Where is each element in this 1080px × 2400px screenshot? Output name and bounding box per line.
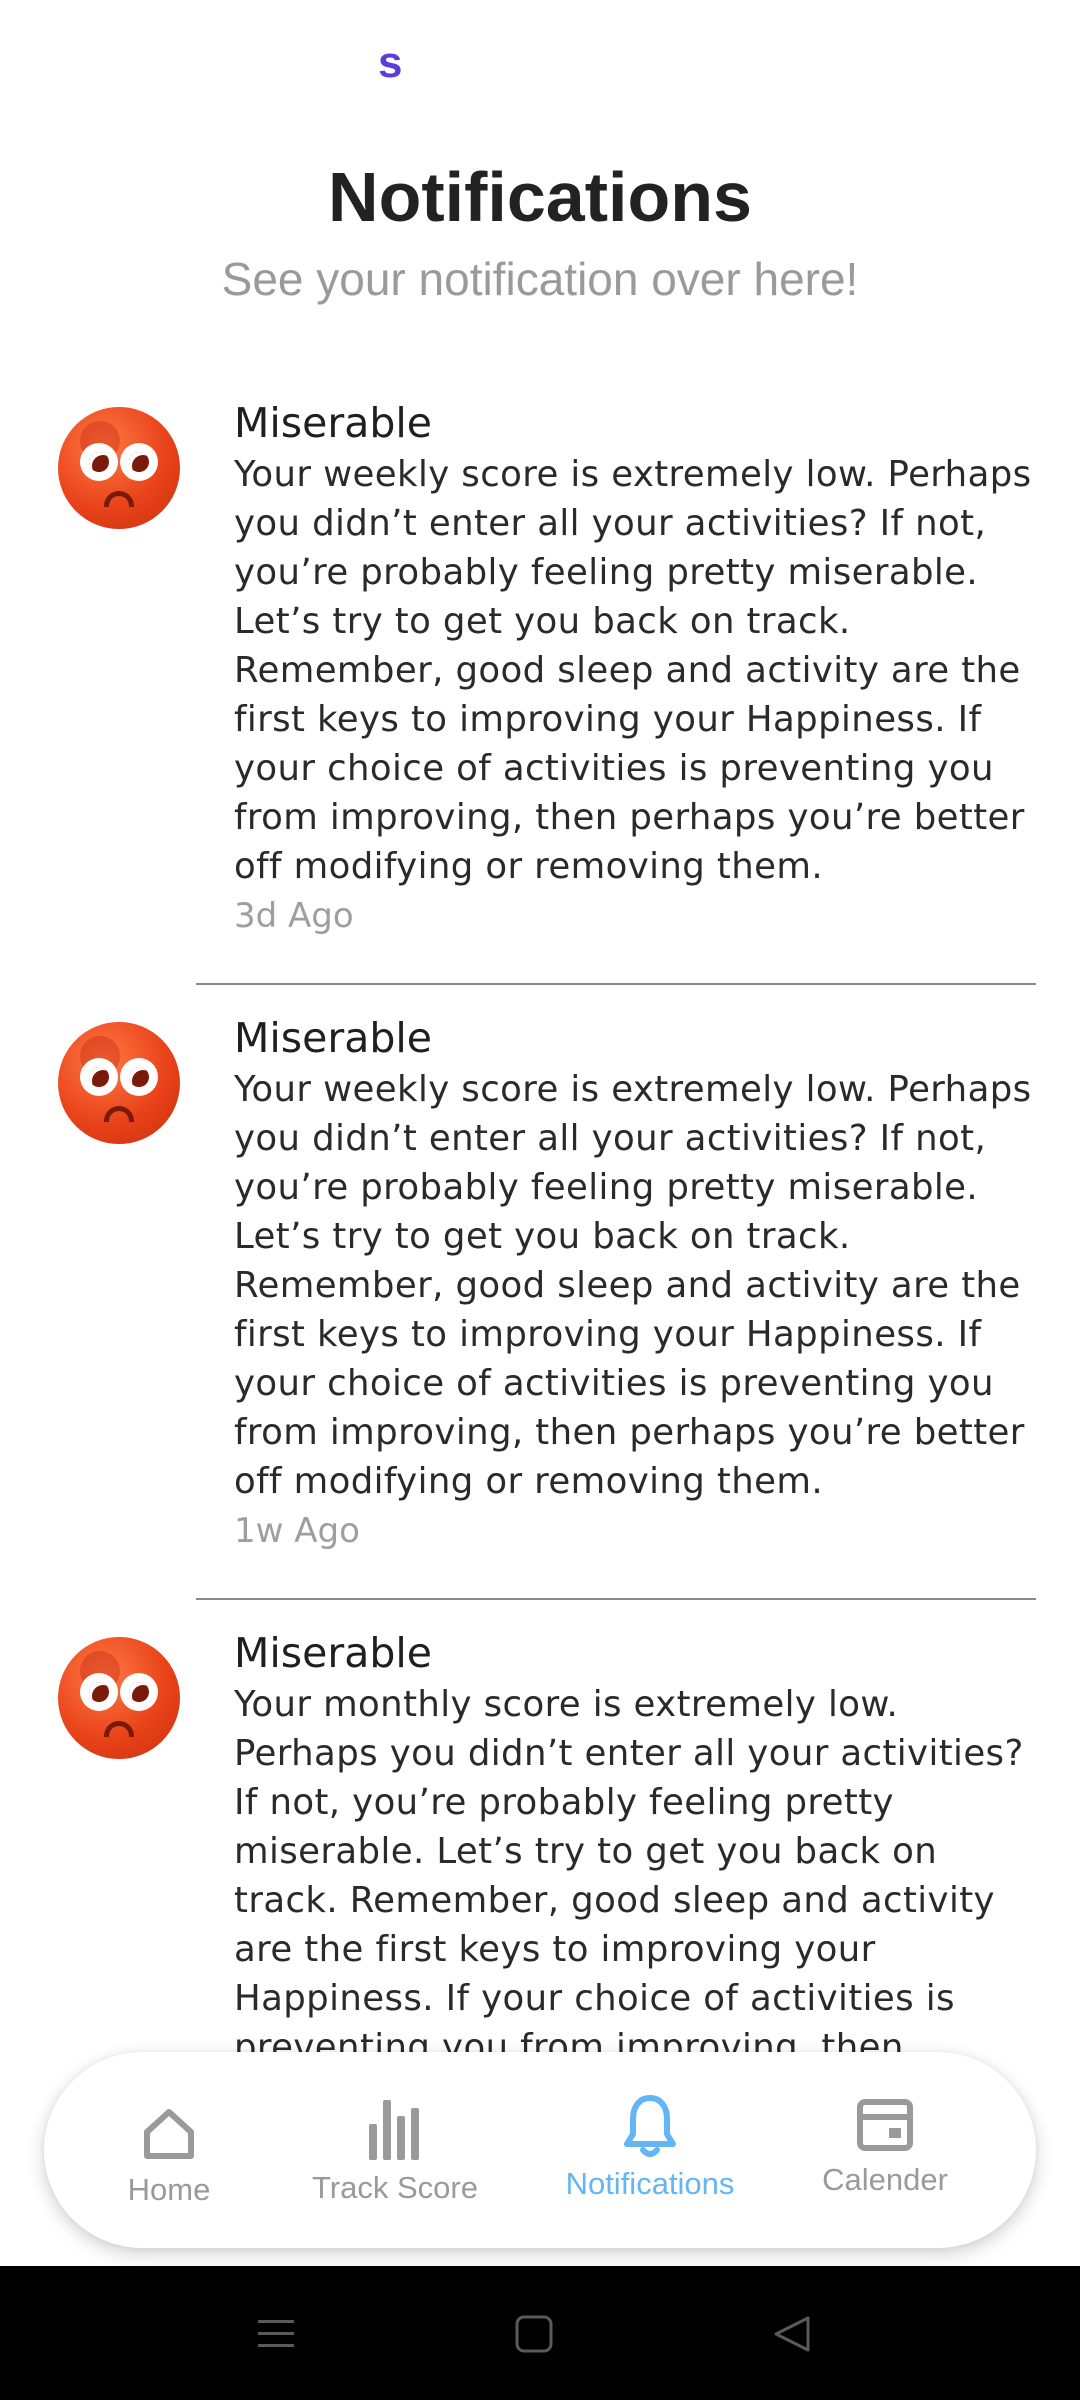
notification-body: Your monthly score is extremely low. Per… <box>234 1684 1024 2058</box>
calendar-icon <box>857 2099 913 2151</box>
notification-body: Your weekly score is extremely low. Perh… <box>234 1069 1032 1502</box>
notification-time: 3d Ago <box>234 896 354 936</box>
screen: s Notifications See your notification ov… <box>0 0 1080 2400</box>
page-subtitle: See your notification over here! <box>221 253 859 305</box>
home-square-icon[interactable] <box>514 2314 554 2354</box>
miserable-face-icon <box>58 1022 180 1144</box>
page-title: Notifications <box>328 158 752 236</box>
notification-title: Miserable <box>234 1014 432 1062</box>
home-icon <box>144 2109 194 2159</box>
miserable-face-icon <box>58 1637 180 1759</box>
notification-body: Your weekly score is extremely low. Perh… <box>234 454 1032 887</box>
nav-calender[interactable]: Calender <box>810 2052 960 2248</box>
notification-title: Miserable <box>234 399 432 447</box>
nav-label: Home <box>127 2172 211 2207</box>
menu-icon[interactable] <box>256 2314 296 2354</box>
back-icon[interactable] <box>772 2314 812 2354</box>
bottom-nav: Home Track Score Notifications Calender <box>44 2052 1036 2248</box>
notification-list[interactable]: Miserable Your weekly score is extremely… <box>0 370 1080 2058</box>
nav-label: Notifications <box>565 2166 735 2201</box>
nav-home[interactable]: Home <box>104 2052 234 2248</box>
nav-label: Track Score <box>312 2170 478 2205</box>
bar-chart-icon <box>369 2100 419 2160</box>
notification-time: 1w Ago <box>234 1511 360 1551</box>
nav-notifications[interactable]: Notifications <box>550 2052 750 2248</box>
system-navigation-bar <box>0 2266 1080 2400</box>
notification-item[interactable]: Miserable Your monthly score is extremel… <box>0 1600 1080 2058</box>
nav-track-score[interactable]: Track Score <box>300 2052 490 2248</box>
nav-label: Calender <box>822 2162 948 2197</box>
app-logo: s <box>378 38 403 87</box>
notification-title: Miserable <box>234 1629 432 1677</box>
notification-item[interactable]: Miserable Your weekly score is extremely… <box>0 370 1080 985</box>
bell-icon <box>624 2095 676 2157</box>
miserable-face-icon <box>58 407 180 529</box>
notification-item[interactable]: Miserable Your weekly score is extremely… <box>0 985 1080 1600</box>
